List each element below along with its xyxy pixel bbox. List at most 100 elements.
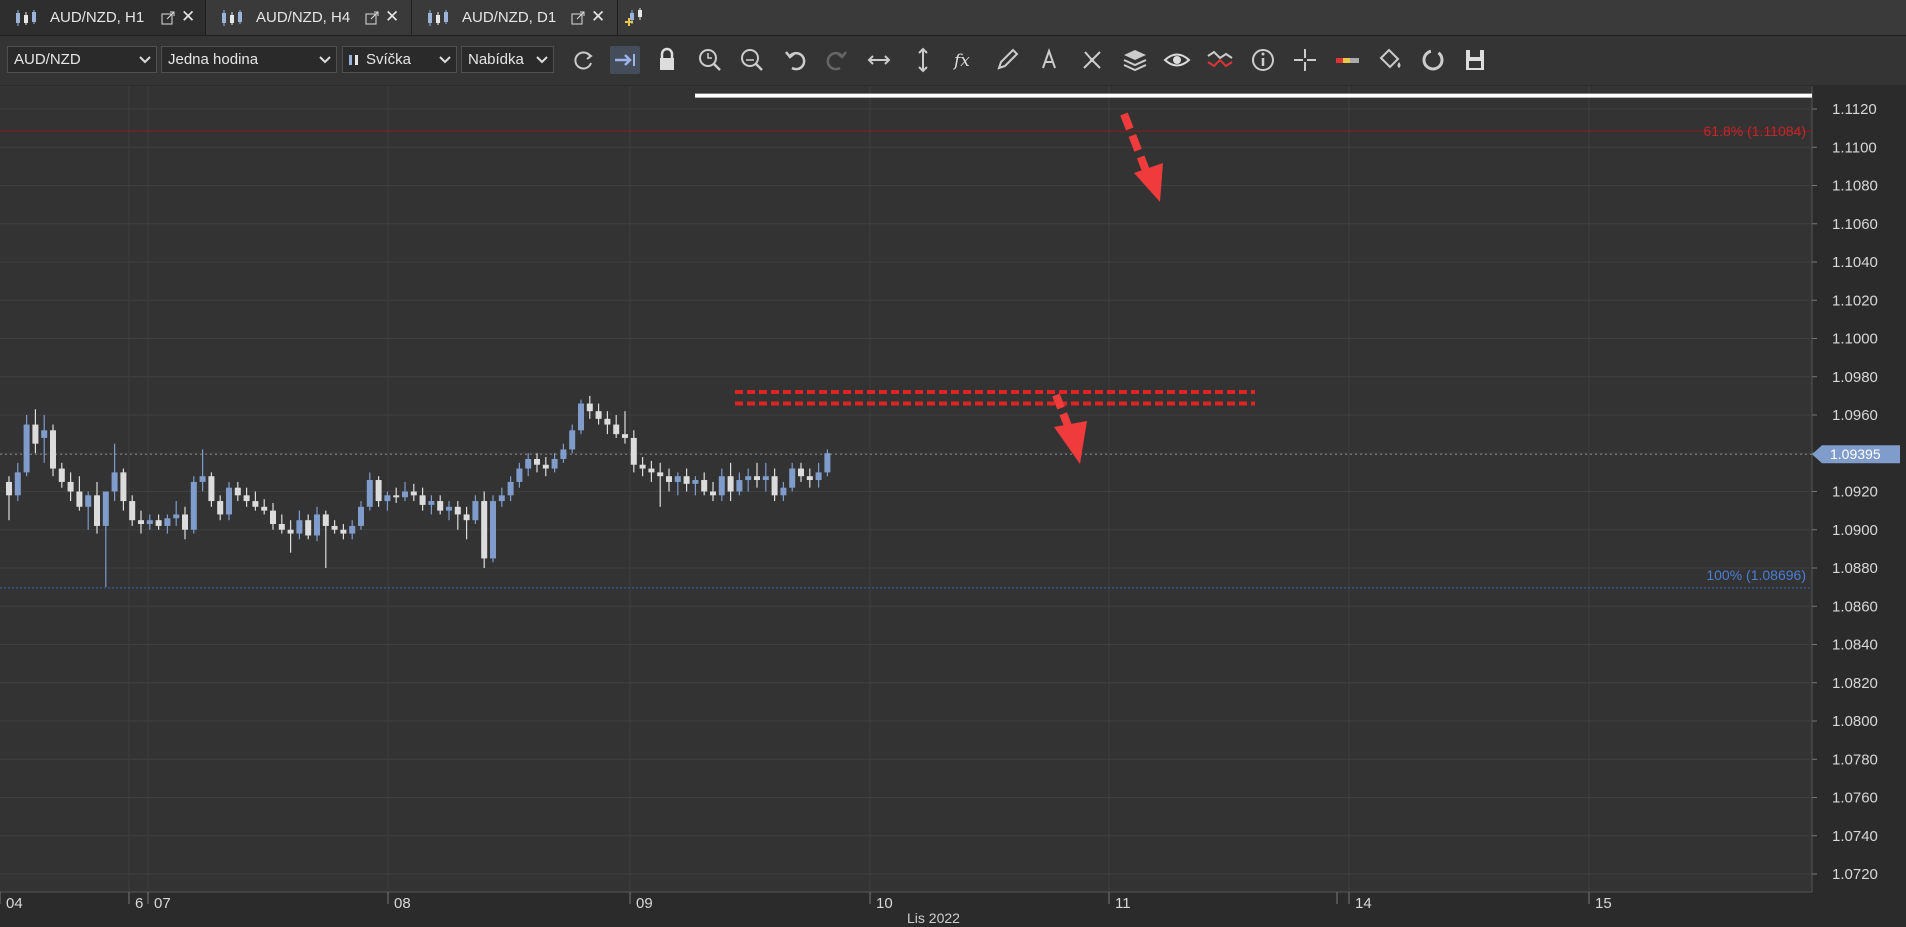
candle-body: [366, 480, 373, 507]
symbol-value: AUD/NZD: [14, 51, 81, 68]
candle-body: [349, 525, 356, 534]
chevron-down-icon: [139, 56, 151, 64]
tab-audnzd-h1[interactable]: AUD/NZD, H1 ✕: [0, 0, 206, 35]
chevron-down-icon: [439, 56, 451, 64]
candle-body: [305, 520, 312, 536]
tab-audnzd-d1[interactable]: AUD/NZD, D1 ✕: [412, 0, 618, 35]
circle-refresh-icon[interactable]: [1418, 46, 1448, 74]
candle-body: [261, 506, 268, 511]
price-tick-label: 1.0800: [1832, 713, 1878, 730]
candle-body: [155, 520, 162, 526]
chevron-down-icon: [536, 56, 548, 64]
indicators-fx-icon[interactable]: fx: [950, 46, 980, 74]
candle-body: [85, 495, 92, 507]
candle-body: [454, 506, 461, 515]
candle-body: [490, 501, 496, 559]
tab-label: AUD/NZD, H4: [256, 9, 351, 26]
candle-body: [586, 403, 593, 412]
crossed-lines-icon[interactable]: [1205, 46, 1235, 74]
candle-body: [278, 524, 285, 530]
color-bar-icon[interactable]: [1333, 46, 1363, 74]
price-side-select[interactable]: Nabídka: [461, 46, 554, 73]
candle-body: [182, 514, 188, 530]
candle-body: [375, 480, 382, 502]
candle-body: [727, 476, 734, 492]
close-icon[interactable]: ✕: [181, 8, 195, 25]
candle-body: [692, 480, 699, 484]
fill-bucket-icon[interactable]: [1375, 46, 1405, 74]
zoom-in-icon[interactable]: [695, 46, 725, 74]
candle-body: [331, 525, 338, 530]
lock-icon[interactable]: [652, 46, 682, 74]
candle-body: [595, 411, 602, 419]
candle-body: [120, 472, 127, 502]
candle-body: [129, 501, 136, 521]
price-tick-label: 1.1080: [1832, 178, 1878, 195]
candle-body: [613, 424, 620, 435]
close-icon[interactable]: ✕: [385, 8, 399, 25]
eye-visibility-icon[interactable]: [1162, 46, 1192, 74]
detach-window-icon[interactable]: [365, 11, 379, 25]
zoom-out-icon[interactable]: [737, 46, 767, 74]
candlestick-icon: [349, 54, 358, 65]
horizontal-scale-icon[interactable]: [864, 46, 894, 74]
price-tick-label: 1.0980: [1832, 369, 1878, 386]
price-chart[interactable]: 1.1120 1.1100 1.1080 1.1060 1.1040 1.1020 1.10…: [0, 86, 1906, 927]
symbol-select[interactable]: AUD/NZD: [7, 46, 157, 73]
candle: [481, 491, 488, 568]
candle-body: [287, 529, 294, 534]
candle-body: [780, 487, 787, 496]
candle-body: [666, 476, 672, 482]
timeframe-select[interactable]: Jedna hodina: [161, 46, 337, 73]
candle-body: [164, 518, 171, 526]
candle-body: [14, 472, 21, 496]
save-icon[interactable]: [1460, 46, 1490, 74]
info-icon[interactable]: [1248, 46, 1278, 74]
text-tool-icon[interactable]: [1035, 46, 1065, 74]
candle-body: [111, 472, 118, 492]
candle: [190, 476, 197, 534]
current-price-badge: 1.09395: [1812, 445, 1900, 464]
chart-type-select[interactable]: Svíčka: [342, 46, 457, 73]
undo-icon[interactable]: [780, 46, 810, 74]
layers-icon[interactable]: [1120, 46, 1150, 74]
candle-body: [173, 514, 180, 519]
candle-body: [507, 481, 514, 496]
vertical-scale-icon[interactable]: [908, 46, 938, 74]
candle-body: [701, 480, 708, 492]
candle-body: [76, 491, 83, 507]
candle-body: [648, 468, 655, 473]
pattern-tool-icon[interactable]: [1077, 46, 1107, 74]
autoscroll-icon[interactable]: [610, 46, 640, 74]
price-tick-label: 1.1000: [1832, 331, 1878, 348]
new-chart-tab-icon[interactable]: [624, 6, 648, 28]
candle-body: [243, 495, 250, 502]
price-tick-label: 1.0720: [1832, 866, 1878, 883]
candle-body: [710, 491, 716, 496]
candle-body: [534, 458, 540, 465]
candle-body: [789, 468, 796, 488]
plot-area[interactable]: [0, 86, 1812, 892]
current-price-value: 1.09395: [1830, 446, 1881, 462]
candle-body: [41, 430, 48, 438]
detach-window-icon[interactable]: [161, 11, 175, 25]
detach-window-icon[interactable]: [571, 11, 585, 25]
tab-audnzd-h4[interactable]: AUD/NZD, H4 ✕: [206, 0, 412, 35]
candle-body: [102, 491, 109, 526]
redo-icon[interactable]: [822, 46, 852, 74]
close-icon[interactable]: ✕: [591, 8, 605, 25]
candlestick-chart-icon: [428, 9, 448, 26]
candle-body: [542, 464, 549, 469]
candle-body: [569, 430, 576, 450]
crosshair-icon[interactable]: [1290, 46, 1320, 74]
price-tick-label: 1.0840: [1832, 637, 1878, 654]
refresh-icon[interactable]: [568, 46, 598, 74]
price-tick-label: 1.0860: [1832, 598, 1878, 615]
time-tick-label: 10: [876, 895, 893, 912]
candle-body: [384, 495, 391, 502]
candle-body: [67, 481, 74, 492]
candle-body: [146, 520, 153, 525]
pencil-draw-icon[interactable]: [993, 46, 1023, 74]
price-tick-label: 1.1100: [1832, 139, 1877, 156]
candle-body: [428, 501, 435, 505]
